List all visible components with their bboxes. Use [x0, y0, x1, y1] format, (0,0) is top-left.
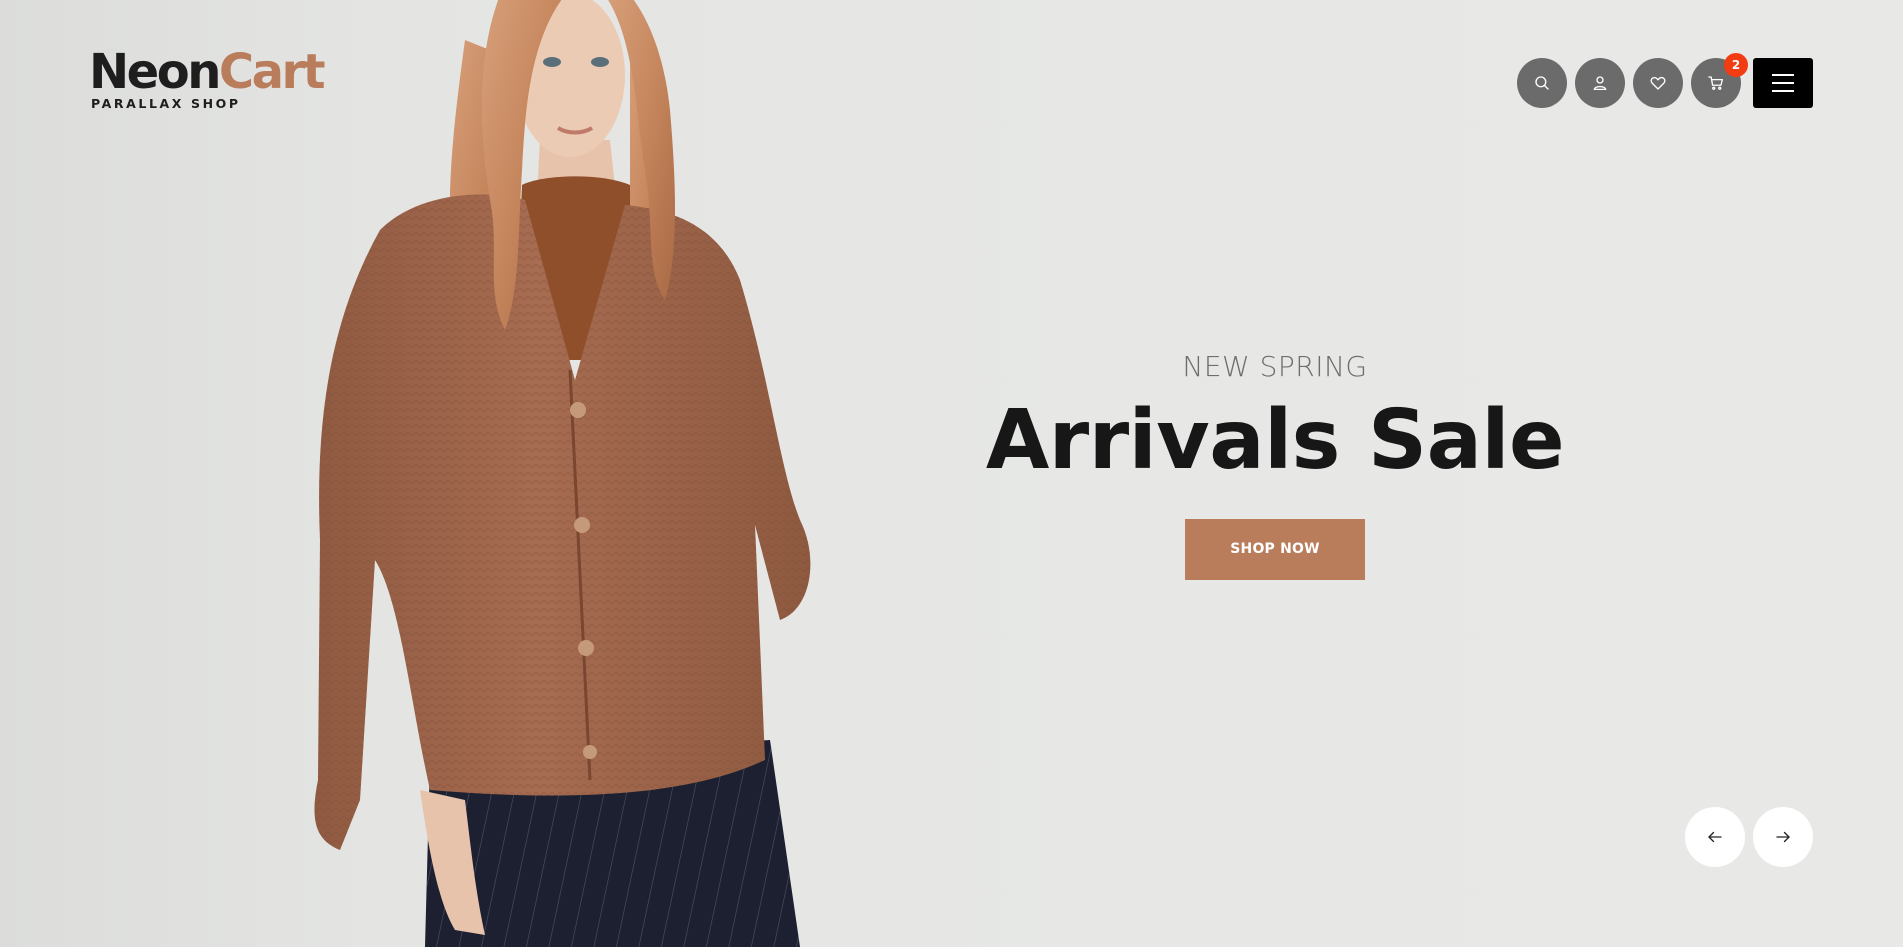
hero-model-image [300, 0, 860, 947]
logo-cart: Cart [218, 44, 326, 100]
logo-wordmark: NeonCart [89, 44, 326, 100]
wishlist-button[interactable] [1633, 58, 1683, 108]
header-actions: 2 [1517, 53, 1748, 108]
search-icon [1535, 76, 1549, 90]
slide-title: Arrivals Sale [985, 393, 1565, 488]
search-button[interactable] [1517, 58, 1567, 108]
cart-button[interactable]: 2 [1691, 53, 1748, 108]
heart-icon [1650, 76, 1666, 90]
slider-navigation [1685, 807, 1813, 867]
hero-slider: NeonCart PARALLAX SHOP 2 NEW SPRING Arri… [0, 0, 1903, 947]
hamburger-menu-button[interactable] [1753, 58, 1813, 108]
slide-kicker: NEW SPRING [1182, 350, 1368, 383]
brand-logo[interactable]: NeonCart PARALLAX SHOP [89, 44, 326, 111]
account-button[interactable] [1575, 58, 1625, 108]
cart-icon [1708, 76, 1724, 90]
prev-slide-button[interactable] [1685, 807, 1745, 867]
hamburger-menu-icon [1772, 74, 1794, 76]
user-icon [1593, 76, 1607, 91]
slide-caption: NEW SPRING Arrivals Sale SHOP NOW [935, 350, 1615, 580]
arrow-right-icon [1776, 831, 1790, 843]
logo-neon: Neon [89, 44, 221, 100]
shop-now-button[interactable]: SHOP NOW [1185, 519, 1365, 580]
arrow-left-icon [1708, 831, 1722, 843]
cart-count-badge: 2 [1724, 53, 1748, 77]
next-slide-button[interactable] [1753, 807, 1813, 867]
